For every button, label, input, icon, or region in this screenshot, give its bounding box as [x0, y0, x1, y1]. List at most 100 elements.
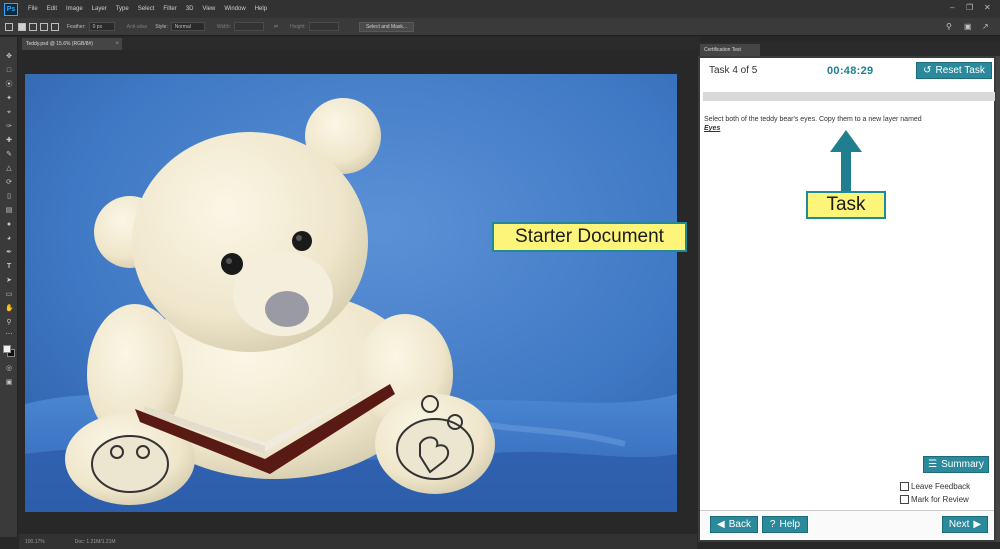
help-label: Help	[779, 519, 801, 530]
menu-filter[interactable]: Filter	[163, 6, 176, 12]
restore-icon[interactable]: ❐	[966, 3, 973, 13]
width-label: Width:	[216, 23, 231, 30]
minimize-icon[interactable]: –	[950, 3, 954, 13]
reset-task-button[interactable]: ↺ Reset Task	[916, 62, 992, 79]
help-button[interactable]: ? Help	[762, 516, 808, 533]
panel-tab-bar: Certification Test	[698, 42, 1000, 56]
task-callout: Task	[806, 191, 886, 219]
blur-tool-icon[interactable]: ●	[5, 221, 13, 229]
feather-label: Feather:	[67, 23, 86, 30]
path-selection-icon[interactable]: ➤	[5, 277, 13, 285]
swap-icon[interactable]: ⇄	[274, 24, 278, 30]
panel-scrollbar[interactable]	[996, 56, 1000, 542]
document-tab[interactable]: Teddy.psd @ 15.6% (RGB/8#) ×	[22, 38, 122, 50]
leave-feedback-row[interactable]: Leave Feedback	[900, 482, 970, 491]
teddy-bear-photo[interactable]	[25, 74, 677, 512]
workspace-icon[interactable]: ▣	[964, 22, 972, 31]
quick-mask-icon[interactable]: ◎	[5, 365, 13, 373]
photoshop-logo-icon: Ps	[4, 2, 18, 16]
close-tab-icon[interactable]: ×	[115, 38, 119, 50]
share-icon[interactable]: ↗	[982, 22, 989, 31]
menu-view[interactable]: View	[202, 6, 215, 12]
panel-nav-bar: ◀ Back ? Help Next ▶	[700, 510, 994, 540]
menu-help[interactable]: Help	[255, 6, 267, 12]
menu-window[interactable]: Window	[224, 6, 245, 12]
mark-review-checkbox[interactable]	[900, 495, 909, 504]
summary-icon: ☰	[928, 459, 938, 470]
menu-select[interactable]: Select	[138, 6, 155, 12]
leave-feedback-checkbox[interactable]	[900, 482, 909, 491]
back-label: Back	[728, 519, 751, 530]
menu-layer[interactable]: Layer	[92, 6, 107, 12]
magic-wand-icon[interactable]: ✦	[5, 95, 13, 103]
select-and-mask-button[interactable]: Select and Mask...	[358, 21, 415, 32]
feather-input[interactable]: 0 px	[88, 22, 115, 31]
menu-3d[interactable]: 3D	[186, 6, 194, 12]
layer-name-text: Eyes	[704, 125, 721, 132]
subtract-selection-icon[interactable]	[40, 22, 48, 31]
new-selection-icon[interactable]	[18, 22, 26, 31]
next-label: Next	[948, 519, 970, 530]
brush-tool-icon[interactable]: ✎	[5, 151, 13, 159]
style-select[interactable]: Normal	[170, 22, 205, 31]
eyedropper-icon[interactable]: ✑	[5, 123, 13, 131]
menu-edit[interactable]: Edit	[47, 6, 57, 12]
status-bar: 100.17% Doc: 1.21M/1.21M	[19, 534, 697, 549]
close-window-icon[interactable]: ✕	[984, 3, 991, 13]
clone-stamp-icon[interactable]: △	[5, 165, 13, 173]
style-label: Style:	[155, 23, 168, 30]
width-input[interactable]	[233, 22, 264, 31]
rectangle-tool-icon[interactable]: ▭	[5, 291, 13, 299]
help-icon: ?	[769, 519, 776, 530]
certification-test-panel: Task 4 of 5 00:48:29 ↺ Reset Task Select…	[698, 56, 996, 542]
mark-review-label: Mark for Review	[911, 495, 969, 504]
intersect-selection-icon[interactable]	[51, 22, 59, 31]
move-tool-icon[interactable]: ✥	[5, 53, 13, 61]
summary-label: Summary	[941, 459, 984, 470]
document-tab-bar: Teddy.psd @ 15.6% (RGB/8#) ×	[18, 37, 698, 50]
more-tools-icon[interactable]: ⋯	[5, 331, 13, 339]
starter-document-callout: Starter Document	[492, 222, 687, 252]
mark-review-row[interactable]: Mark for Review	[900, 495, 969, 504]
type-tool-icon[interactable]: T	[5, 263, 13, 271]
leave-feedback-label: Leave Feedback	[911, 482, 971, 491]
screen-mode-icon[interactable]: ▣	[5, 379, 13, 387]
marquee-tool-icon[interactable]: □	[5, 67, 13, 75]
toolbox: ✥ □ ⦿ ✦ ⌖ ✑ ✚ ✎ △ ⟳ ▯ ▤ ● ◕ ✒ T ➤ ▭ ✋ ⚲ …	[0, 37, 18, 537]
lasso-tool-icon[interactable]: ⦿	[5, 81, 13, 89]
menu-file[interactable]: File	[28, 6, 38, 12]
up-arrow-icon	[830, 130, 862, 192]
reset-icon: ↺	[923, 65, 932, 76]
add-selection-icon[interactable]	[29, 22, 37, 31]
history-brush-icon[interactable]: ⟳	[5, 179, 13, 187]
next-button[interactable]: Next ▶	[942, 516, 988, 533]
menu-type[interactable]: Type	[116, 6, 129, 12]
document-tab-label: Teddy.psd @ 15.6% (RGB/8#)	[26, 41, 93, 47]
menu-image[interactable]: Image	[66, 6, 83, 12]
gradient-tool-icon[interactable]: ▤	[5, 207, 13, 215]
antialias-checkbox[interactable]: Anti-alias	[127, 24, 148, 30]
pen-tool-icon[interactable]: ✒	[5, 249, 13, 257]
back-button[interactable]: ◀ Back	[710, 516, 758, 533]
task-counter: Task 4 of 5	[709, 65, 758, 76]
healing-brush-icon[interactable]: ✚	[5, 137, 13, 145]
hand-tool-icon[interactable]: ✋	[5, 305, 14, 313]
next-arrow-icon: ▶	[973, 519, 982, 530]
crop-tool-icon[interactable]: ⌖	[5, 109, 13, 117]
doc-size[interactable]: Doc: 1.21M/1.21M	[75, 539, 116, 545]
certification-test-tab[interactable]: Certification Test	[700, 44, 760, 56]
eraser-tool-icon[interactable]: ▯	[5, 193, 13, 201]
foreground-color-swatch[interactable]	[3, 345, 11, 353]
canvas-area[interactable]: Starter Document	[19, 50, 697, 534]
photoshop-window: Ps File Edit Image Layer Type Select Fil…	[0, 0, 1000, 549]
dodge-tool-icon[interactable]: ◕	[5, 235, 13, 243]
zoom-tool-icon[interactable]: ⚲	[5, 319, 13, 327]
back-arrow-icon: ◀	[717, 519, 725, 530]
marquee-tool-preset-icon[interactable]	[5, 22, 13, 31]
options-bar: Feather: 0 px Anti-alias Style: Normal W…	[0, 18, 1000, 36]
summary-button[interactable]: ☰ Summary	[923, 456, 989, 473]
countdown-timer: 00:48:29	[827, 65, 874, 77]
zoom-level[interactable]: 100.17%	[25, 539, 45, 545]
height-input[interactable]	[308, 22, 339, 31]
search-icon[interactable]: ⚲	[946, 22, 952, 31]
